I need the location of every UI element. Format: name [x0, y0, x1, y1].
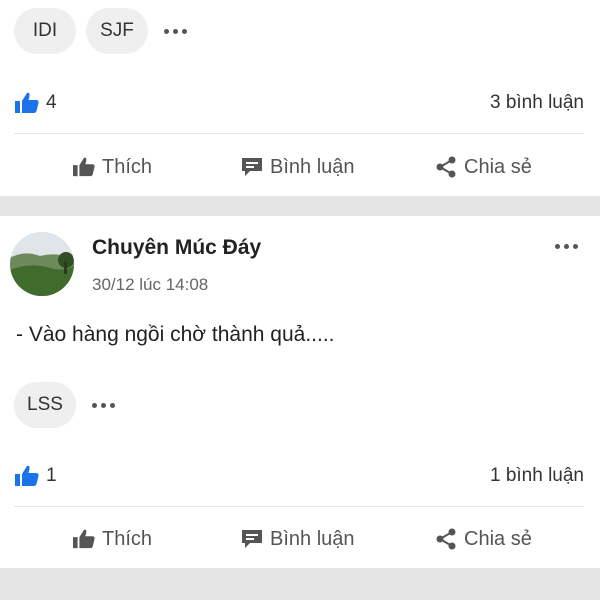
thumbs-up-icon: [73, 157, 95, 177]
like-count: 4: [46, 92, 57, 113]
comment-bubble-icon: [242, 530, 262, 548]
like-summary[interactable]: 1: [14, 464, 57, 488]
comment-label: Bình luận: [270, 155, 355, 178]
thumbs-up-icon: [15, 92, 39, 113]
share-icon: [436, 528, 456, 550]
post-actions: Thích Bình luận Chia sẻ: [0, 147, 600, 187]
more-reactions-icon[interactable]: [158, 8, 193, 54]
like-button[interactable]: Thích: [72, 147, 152, 187]
author-name[interactable]: Chuyên Múc Đáy: [92, 236, 261, 260]
share-button[interactable]: Chia sẻ: [434, 147, 532, 187]
reaction-chips: LSS: [14, 382, 121, 428]
avatar-image: [10, 232, 74, 296]
more-reactions-icon[interactable]: [86, 382, 121, 428]
reaction-chip-sjf[interactable]: SJF: [86, 8, 148, 54]
comment-button[interactable]: Bình luận: [240, 519, 355, 559]
reaction-chip-lss[interactable]: LSS: [14, 382, 76, 428]
comment-bubble-icon: [242, 158, 262, 176]
share-label: Chia sẻ: [464, 527, 532, 550]
post-stats: 1 1 bình luận: [14, 461, 584, 491]
reaction-chip-idi[interactable]: IDI: [14, 8, 76, 54]
share-button[interactable]: Chia sẻ: [434, 519, 532, 559]
like-label: Thích: [102, 155, 153, 178]
like-summary[interactable]: 4: [14, 91, 57, 115]
like-count: 1: [46, 465, 57, 486]
comment-button[interactable]: Bình luận: [240, 147, 355, 187]
post-timestamp[interactable]: 30/12 lúc 14:08: [92, 275, 208, 295]
post-card-2: Chuyên Múc Đáy 30/12 lúc 14:08 - Vào hàn…: [0, 216, 600, 568]
comment-count[interactable]: 3 bình luận: [490, 92, 584, 114]
post-separator: [0, 568, 600, 600]
thumbs-up-icon: [15, 465, 39, 486]
reaction-chips: IDI SJF: [14, 8, 193, 54]
avatar[interactable]: [10, 232, 74, 296]
post-actions: Thích Bình luận Chia sẻ: [0, 519, 600, 559]
divider: [14, 133, 584, 134]
share-label: Chia sẻ: [464, 155, 532, 178]
like-label: Thích: [102, 527, 153, 550]
divider: [14, 506, 584, 507]
share-icon: [436, 156, 456, 178]
comment-label: Bình luận: [270, 527, 355, 550]
comment-count[interactable]: 1 bình luận: [490, 465, 584, 487]
post-card-1: IDI SJF 4 3 bình luận Thích Bình luận Ch…: [0, 0, 600, 196]
thumbs-up-icon: [73, 529, 95, 549]
post-options-icon[interactable]: [555, 244, 578, 249]
post-separator: [0, 196, 600, 216]
post-stats: 4 3 bình luận: [14, 88, 584, 118]
like-button[interactable]: Thích: [72, 519, 152, 559]
post-text: - Vào hàng ngồi chờ thành quả.....: [16, 323, 335, 346]
